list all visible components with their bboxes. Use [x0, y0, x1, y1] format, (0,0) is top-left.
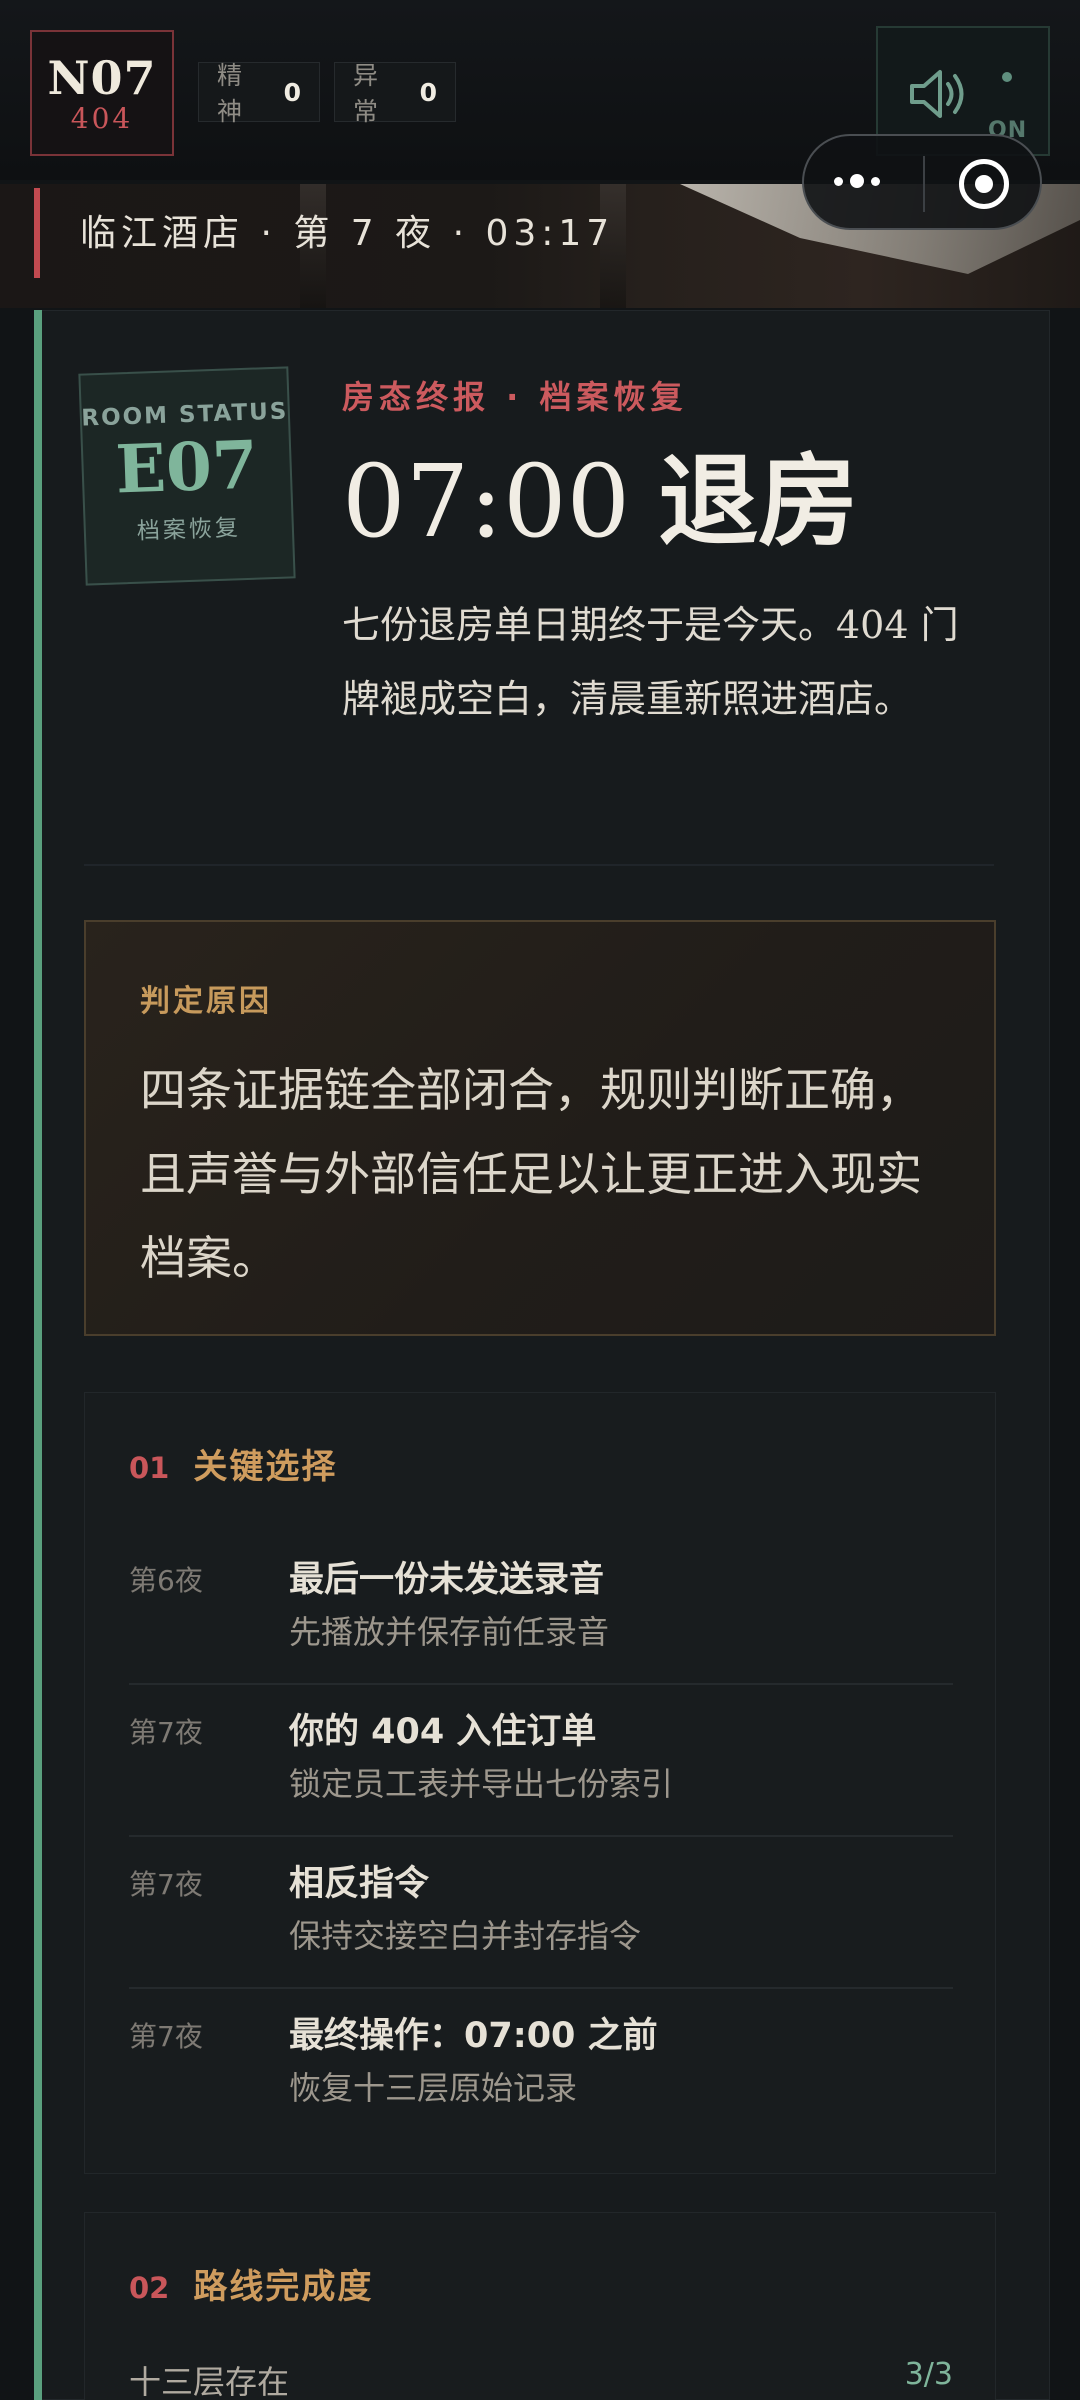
list-item: 第7夜 最终操作：07:00 之前 恢复十三层原始记录	[129, 1989, 953, 2141]
section-title: 关键选择	[193, 1447, 338, 1487]
stat-sanity: 精神 0	[198, 61, 320, 126]
stamp-code: E07	[114, 425, 260, 509]
list-item: 第6夜 最后一份未发送录音 先播放并保存前任录音	[129, 1533, 953, 1685]
ending-headline: 07:00 退房	[342, 442, 858, 562]
section-divider	[84, 864, 994, 866]
route-name: 十三层存在	[129, 2363, 290, 2400]
section-number: 02	[129, 2271, 170, 2305]
section-header: 02 路线完成度	[129, 2259, 373, 2308]
key-choices-section: 01 关键选择 第6夜 最后一份未发送录音 先播放并保存前任录音 第7夜 你的 …	[84, 1392, 996, 2174]
headline-time: 07:00	[342, 443, 631, 560]
choice-desc: 恢复十三层原始记录	[289, 2069, 578, 2107]
list-item: 第7夜 相反指令 保持交接空白并封存指令	[129, 1837, 953, 1989]
choice-night: 第7夜	[129, 1868, 203, 1901]
stat-label: 精神	[217, 61, 243, 126]
room-number: 404	[70, 102, 134, 135]
stat-label: 异常	[353, 61, 379, 126]
choice-desc: 先播放并保存前任录音	[289, 1613, 610, 1651]
choice-title: 相反指令	[289, 1864, 430, 1904]
section-number: 01	[129, 1451, 170, 1485]
stamp-title: ROOM STATUS	[80, 398, 289, 432]
verdict-label: 判定原因	[140, 984, 272, 1019]
choice-list: 第6夜 最后一份未发送录音 先播放并保存前任录音 第7夜 你的 404 入住订单…	[129, 1533, 953, 2141]
ending-description: 七份退房单日期终于是今天。404 门牌褪成空白，清晨重新照进酒店。	[342, 603, 959, 721]
verdict-text: 四条证据链全部闭合，规则判断正确，且声誉与外部信任足以让更正进入现实档案。	[140, 1063, 922, 1285]
choice-night: 第7夜	[129, 2020, 203, 2053]
route-progress: 3/3	[904, 2357, 953, 2392]
route-completion-section: 02 路线完成度 十三层存在 3/3	[84, 2212, 996, 2400]
choice-desc: 锁定员工表并导出七份索引	[289, 1765, 674, 1803]
stat-value: 0	[283, 77, 301, 107]
section-header: 01 关键选择	[129, 1439, 337, 1488]
room-badge: N07 404	[30, 30, 174, 156]
banner-accent-bar	[34, 188, 40, 278]
choice-title: 你的 404 入住订单	[289, 1712, 597, 1752]
card-accent-rail	[34, 310, 42, 2400]
list-item: 第7夜 你的 404 入住订单 锁定员工表并导出七份索引	[129, 1685, 953, 1837]
route-row: 十三层存在 3/3	[129, 2353, 953, 2400]
ending-kicker: 房态终报 · 档案恢复	[342, 378, 688, 416]
room-status-stamp: ROOM STATUS E07 档案恢复	[78, 366, 296, 586]
choice-title: 最终操作：07:00 之前	[289, 2016, 658, 2056]
location-text: 临江酒店 · 第 7 夜 · 03:17	[80, 213, 615, 254]
choice-desc: 保持交接空白并封存指令	[289, 1917, 642, 1955]
speaker-icon	[910, 70, 964, 118]
choice-title: 最后一份未发送录音	[289, 1560, 605, 1600]
section-title: 路线完成度	[193, 2267, 374, 2307]
choice-night: 第6夜	[129, 1564, 203, 1597]
choice-night: 第7夜	[129, 1716, 203, 1749]
room-code: N07	[47, 51, 157, 105]
stamp-subtitle: 档案恢复	[136, 515, 242, 545]
headline-word: 退房	[658, 443, 859, 560]
stat-value: 0	[419, 77, 437, 107]
miniprogram-capsule	[802, 134, 1042, 230]
capsule-divider	[923, 156, 925, 212]
close-target-icon[interactable]	[959, 159, 1009, 209]
more-menu-icon[interactable]	[834, 174, 880, 188]
verdict-box: 判定原因 四条证据链全部闭合，规则判断正确，且声誉与外部信任足以让更正进入现实档…	[84, 920, 996, 1336]
status-dot	[1002, 72, 1012, 82]
stat-anomaly: 异常 0	[334, 61, 456, 126]
